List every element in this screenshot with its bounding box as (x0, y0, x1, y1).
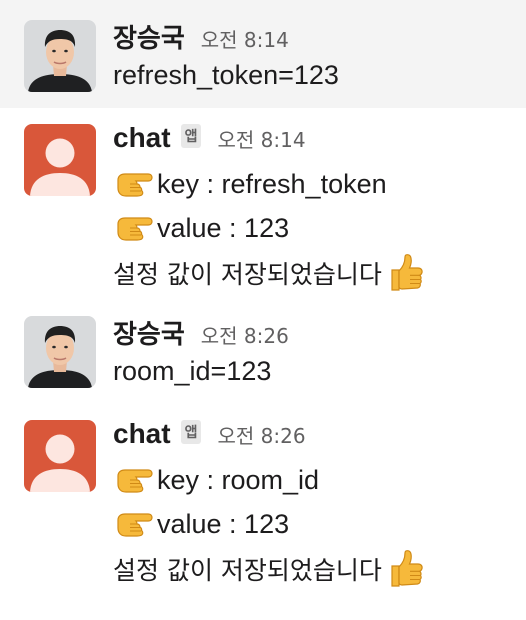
avatar[interactable] (24, 20, 96, 92)
message-header: chat 앱 오전 8:14 (113, 122, 306, 158)
message-item[interactable]: chat 앱 오전 8:14 key : refresh_token value… (0, 108, 526, 304)
message-text: room_id=123 (113, 356, 272, 386)
timestamp[interactable]: 오전 8:26 (217, 420, 305, 449)
message-item[interactable]: 장승국 오전 8:14 refresh_token=123 (0, 0, 526, 108)
backhand-index-pointing-right-icon (113, 506, 157, 542)
bot-avatar-icon (24, 124, 96, 196)
avatar[interactable] (24, 316, 96, 388)
timestamp[interactable]: 오전 8:14 (217, 124, 305, 153)
sender-name[interactable]: 장승국 (113, 314, 185, 351)
message-text: 설정 값이 저장되었습니다 (113, 548, 426, 590)
message-text: key : refresh_token (113, 166, 387, 202)
message-header: chat 앱 오전 8:26 (113, 418, 306, 454)
message-text: key : room_id (113, 462, 319, 498)
app-badge: 앱 (180, 420, 202, 444)
message-item[interactable]: chat 앱 오전 8:26 key : room_id value : 123… (0, 408, 526, 608)
sender-name[interactable]: chat (113, 418, 171, 450)
sender-name[interactable]: 장승국 (113, 18, 185, 55)
sender-name[interactable]: chat (113, 122, 171, 154)
message-text: refresh_token=123 (113, 60, 339, 90)
backhand-index-pointing-right-icon (113, 166, 157, 202)
message-text: value : 123 (113, 506, 289, 542)
backhand-index-pointing-right-icon (113, 462, 157, 498)
message-list: 장승국 오전 8:14 refresh_token=123 chat 앱 오전 … (0, 0, 526, 620)
message-text: 설정 값이 저장되었습니다 (113, 252, 426, 294)
message-header: 장승국 오전 8:26 (113, 314, 289, 350)
timestamp[interactable]: 오전 8:26 (201, 320, 289, 349)
avatar[interactable] (24, 124, 96, 196)
app-badge: 앱 (180, 124, 202, 148)
user-photo-icon (24, 20, 96, 92)
thumbs-up-icon (384, 548, 426, 590)
user-photo-icon (24, 316, 96, 388)
timestamp[interactable]: 오전 8:14 (201, 24, 289, 53)
thumbs-up-icon (384, 252, 426, 294)
avatar[interactable] (24, 420, 96, 492)
message-header: 장승국 오전 8:14 (113, 18, 289, 54)
message-text: value : 123 (113, 210, 289, 246)
bot-avatar-icon (24, 420, 96, 492)
message-item[interactable]: 장승국 오전 8:26 room_id=123 (0, 304, 526, 408)
backhand-index-pointing-right-icon (113, 210, 157, 246)
